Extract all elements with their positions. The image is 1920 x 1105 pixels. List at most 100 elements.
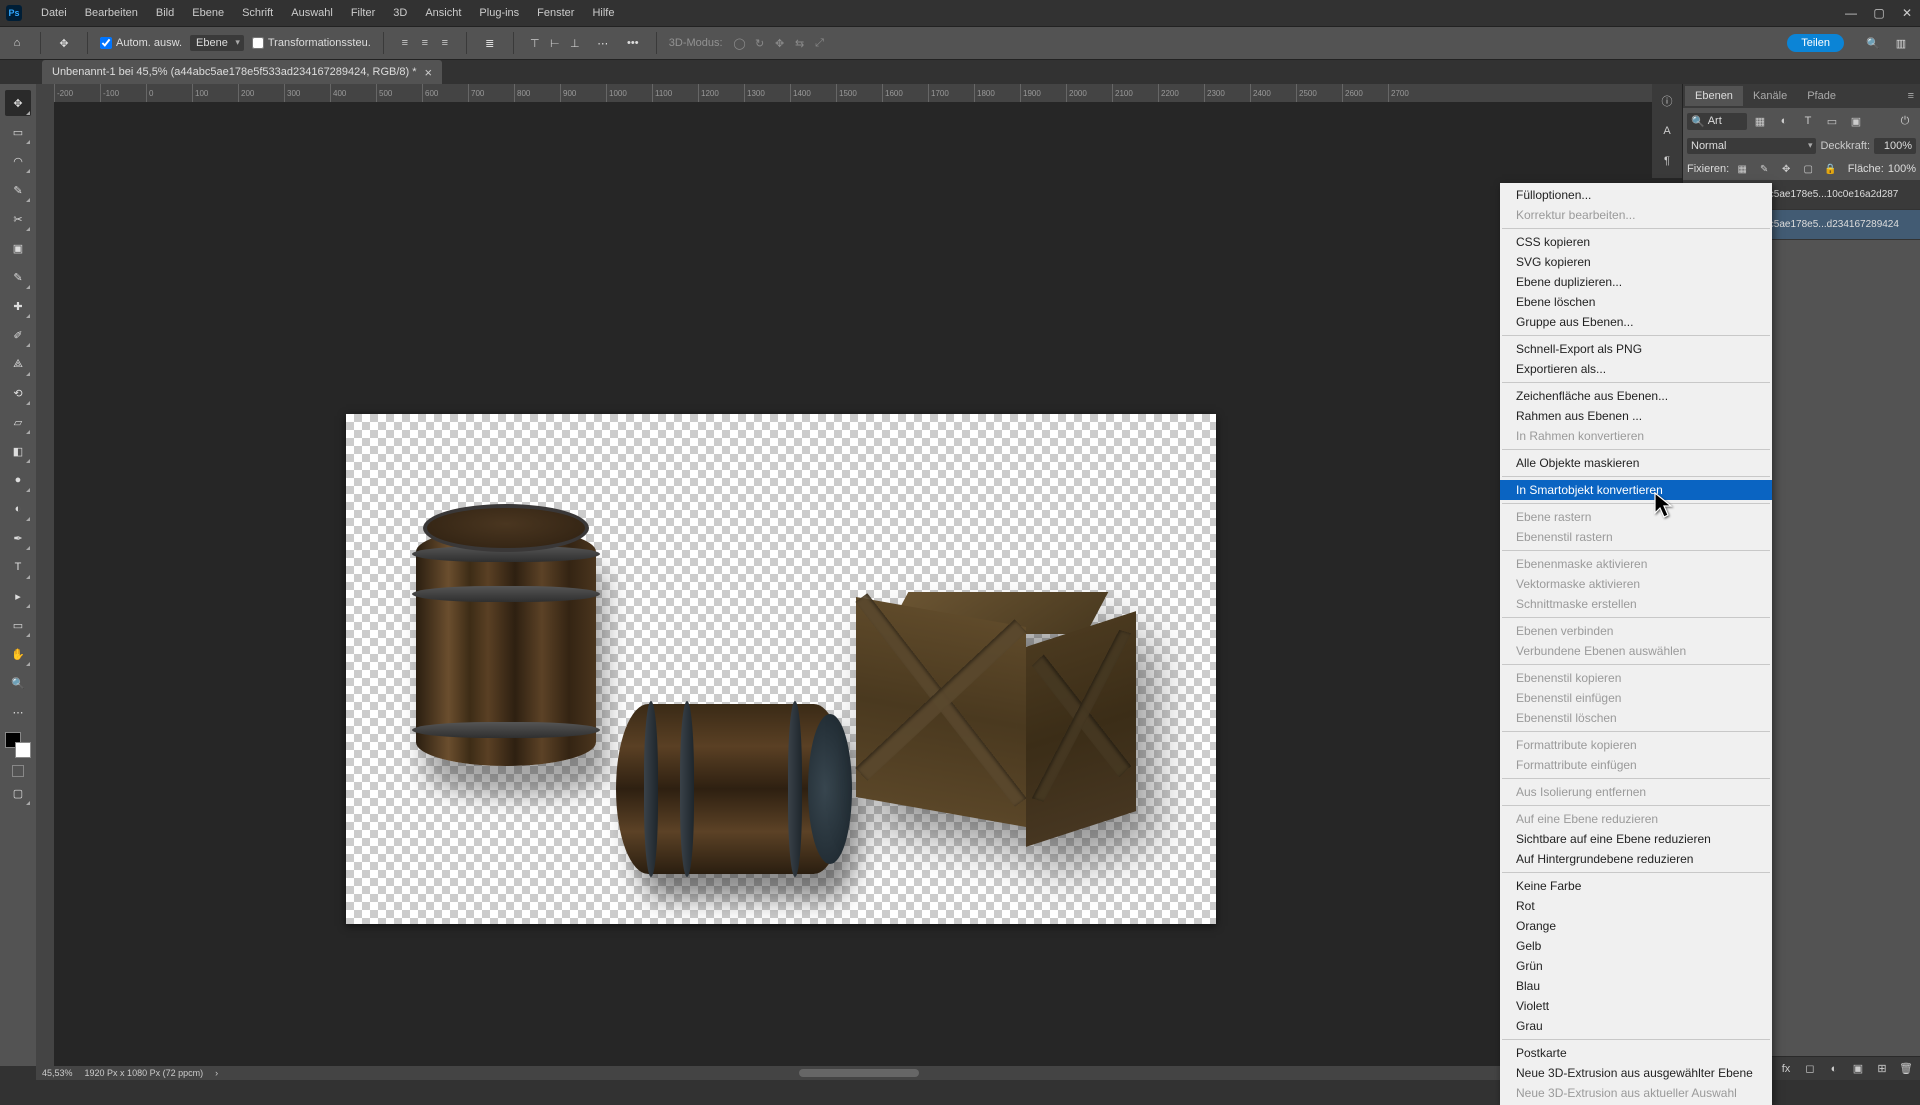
- menu-auswahl[interactable]: Auswahl: [282, 7, 342, 19]
- context-menu-item[interactable]: Neue 3D-Extrusion aus ausgewählter Ebene: [1500, 1063, 1772, 1083]
- info-chevron-icon[interactable]: ›: [215, 1068, 218, 1078]
- crop-tool[interactable]: ✂: [5, 206, 31, 232]
- context-menu-item[interactable]: Schnell-Export als PNG: [1500, 339, 1772, 359]
- context-menu-item[interactable]: Sichtbare auf eine Ebene reduzieren: [1500, 829, 1772, 849]
- background-color[interactable]: [15, 742, 31, 758]
- screen-mode-icon[interactable]: ▢: [5, 780, 31, 806]
- context-menu-item[interactable]: Zeichenfläche aus Ebenen...: [1500, 386, 1772, 406]
- blend-mode-select[interactable]: Normal: [1687, 138, 1816, 154]
- eraser-tool[interactable]: ▱: [5, 409, 31, 435]
- auto-select-target-select[interactable]: Ebene: [190, 35, 244, 51]
- horizontal-scrollbar[interactable]: [799, 1069, 919, 1077]
- lock-position-icon[interactable]: ✥: [1777, 161, 1795, 177]
- move-tool-icon[interactable]: ✥: [53, 32, 75, 54]
- minimize-icon[interactable]: —: [1844, 6, 1858, 20]
- canvas-area[interactable]: -200-10001002003004005006007008009001000…: [36, 84, 1682, 1066]
- filter-kind-select[interactable]: 🔍 Art: [1687, 113, 1747, 130]
- paragraph-panel-icon[interactable]: ¶: [1658, 152, 1676, 170]
- share-button[interactable]: Teilen: [1787, 34, 1844, 52]
- menu-ansicht[interactable]: Ansicht: [416, 7, 470, 19]
- overflow-icon[interactable]: •••: [622, 32, 644, 54]
- opacity-value[interactable]: 100%: [1874, 138, 1916, 154]
- context-menu-item[interactable]: Gelb: [1500, 936, 1772, 956]
- type-tool[interactable]: T: [5, 554, 31, 580]
- add-mask-icon[interactable]: ◻: [1802, 1061, 1818, 1077]
- menu-bearbeiten[interactable]: Bearbeiten: [76, 7, 147, 19]
- path-select-tool[interactable]: ▸: [5, 583, 31, 609]
- context-menu-item[interactable]: Rot: [1500, 896, 1772, 916]
- character-panel-icon[interactable]: A: [1658, 122, 1676, 140]
- filter-adjust-icon[interactable]: ◐: [1773, 111, 1795, 131]
- history-brush-tool[interactable]: ⟲: [5, 380, 31, 406]
- close-icon[interactable]: ✕: [1900, 6, 1914, 20]
- eyedropper-tool[interactable]: ✎: [5, 264, 31, 290]
- context-menu-item[interactable]: Orange: [1500, 916, 1772, 936]
- close-tab-icon[interactable]: ×: [425, 65, 433, 80]
- maximize-icon[interactable]: ▢: [1872, 6, 1886, 20]
- group-icon[interactable]: ▣: [1850, 1061, 1866, 1077]
- gradient-tool[interactable]: ◧: [5, 438, 31, 464]
- zoom-tool[interactable]: 🔍: [5, 670, 31, 696]
- context-menu-item[interactable]: Exportieren als...: [1500, 359, 1772, 379]
- new-layer-icon[interactable]: ⊞: [1874, 1061, 1890, 1077]
- more-align-icon[interactable]: ⋯: [592, 32, 614, 54]
- hand-tool[interactable]: ✋: [5, 641, 31, 667]
- delete-layer-icon[interactable]: 🗑: [1898, 1061, 1914, 1077]
- menu-3d[interactable]: 3D: [384, 7, 416, 19]
- align-bottom-icon[interactable]: ⊥: [566, 34, 584, 52]
- panel-menu-icon[interactable]: ≡: [1908, 90, 1914, 102]
- menu-plug-ins[interactable]: Plug-ins: [470, 7, 528, 19]
- document-canvas[interactable]: [346, 414, 1216, 924]
- menu-ebene[interactable]: Ebene: [183, 7, 233, 19]
- quick-select-tool[interactable]: ✎: [5, 177, 31, 203]
- context-menu-item[interactable]: In Smartobjekt konvertieren: [1500, 480, 1772, 500]
- ruler-horizontal[interactable]: -200-10001002003004005006007008009001000…: [54, 84, 1682, 102]
- transform-controls-checkbox[interactable]: Transformationssteu.: [252, 37, 371, 49]
- marquee-tool[interactable]: ▭: [5, 119, 31, 145]
- tab-channels[interactable]: Kanäle: [1743, 86, 1797, 106]
- fill-value[interactable]: 100%: [1888, 163, 1916, 175]
- color-swatches[interactable]: [5, 732, 31, 758]
- info-panel-icon[interactable]: ⓘ: [1658, 92, 1676, 110]
- context-menu-item[interactable]: Keine Farbe: [1500, 876, 1772, 896]
- menu-datei[interactable]: Datei: [32, 7, 76, 19]
- menu-filter[interactable]: Filter: [342, 7, 384, 19]
- move-tool[interactable]: ✥: [5, 90, 31, 116]
- ruler-origin[interactable]: [36, 84, 54, 102]
- align-left-icon[interactable]: ≡: [396, 34, 414, 52]
- filter-smart-icon[interactable]: ▣: [1845, 111, 1867, 131]
- zoom-level[interactable]: 45,53%: [42, 1068, 73, 1078]
- quickmask-toggle[interactable]: [12, 765, 24, 777]
- menu-schrift[interactable]: Schrift: [233, 7, 282, 19]
- tab-paths[interactable]: Pfade: [1797, 86, 1846, 106]
- workspace-switcher-icon[interactable]: ▥: [1892, 34, 1910, 52]
- context-menu-item[interactable]: Blau: [1500, 976, 1772, 996]
- auto-select-checkbox[interactable]: Autom. ausw.: [100, 37, 182, 49]
- frame-tool[interactable]: ▣: [5, 235, 31, 261]
- context-menu-item[interactable]: Grün: [1500, 956, 1772, 976]
- brush-tool[interactable]: ✐: [5, 322, 31, 348]
- healing-tool[interactable]: ✚: [5, 293, 31, 319]
- lock-transparent-icon[interactable]: ▦: [1733, 161, 1751, 177]
- align-top-icon[interactable]: ⊤: [526, 34, 544, 52]
- context-menu-item[interactable]: CSS kopieren: [1500, 232, 1772, 252]
- context-menu-item[interactable]: Auf Hintergrundebene reduzieren: [1500, 849, 1772, 869]
- tab-layers[interactable]: Ebenen: [1685, 86, 1743, 106]
- home-icon[interactable]: ⌂: [6, 32, 28, 54]
- stamp-tool[interactable]: ⟁: [5, 351, 31, 377]
- lock-pixels-icon[interactable]: ✎: [1755, 161, 1773, 177]
- filter-type-icon[interactable]: T: [1797, 111, 1819, 131]
- app-icon[interactable]: Ps: [6, 5, 22, 21]
- menu-bild[interactable]: Bild: [147, 7, 183, 19]
- context-menu-item[interactable]: Ebene duplizieren...: [1500, 272, 1772, 292]
- context-menu-item[interactable]: Grau: [1500, 1016, 1772, 1036]
- align-center-h-icon[interactable]: ≡: [416, 34, 434, 52]
- document-info[interactable]: 1920 Px x 1080 Px (72 ppcm): [85, 1068, 204, 1078]
- menu-hilfe[interactable]: Hilfe: [583, 7, 623, 19]
- align-middle-icon[interactable]: ⊢: [546, 34, 564, 52]
- layer-fx-icon[interactable]: fx: [1778, 1061, 1794, 1077]
- filter-toggle-icon[interactable]: ⏻: [1894, 111, 1916, 131]
- dodge-tool[interactable]: ◐: [5, 496, 31, 522]
- pen-tool[interactable]: ✒: [5, 525, 31, 551]
- edit-toolbar-icon[interactable]: ⋯: [5, 699, 31, 725]
